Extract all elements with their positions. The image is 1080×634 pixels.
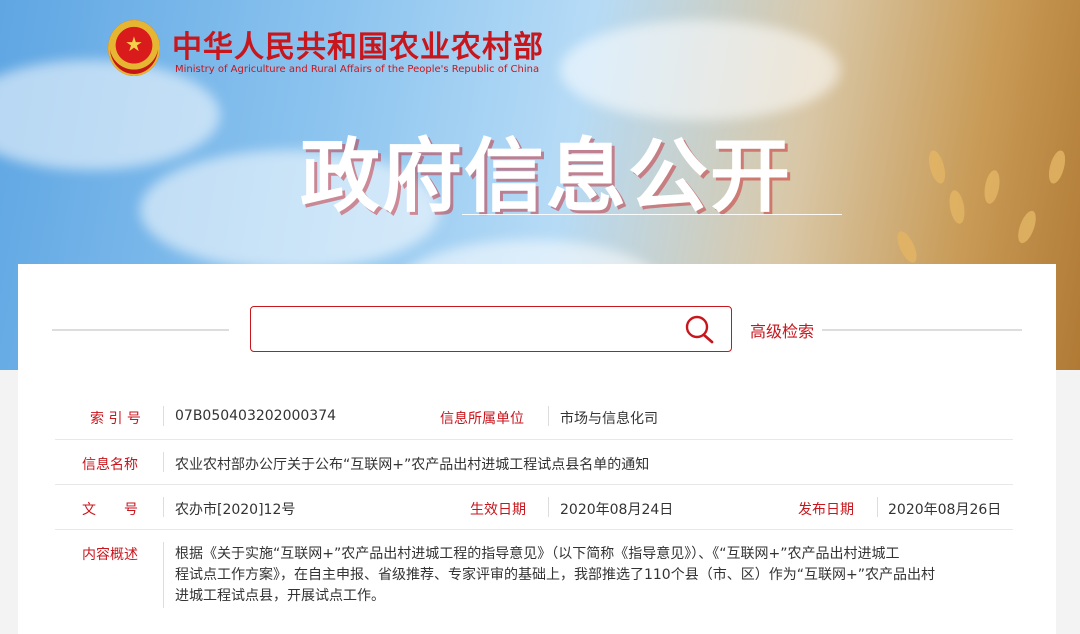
cloud-decoration bbox=[0, 60, 220, 170]
search-bar: 高级检索 bbox=[52, 306, 1022, 354]
advanced-search-link[interactable]: 高级检索 bbox=[750, 318, 814, 342]
divider bbox=[163, 452, 164, 472]
docno-label: 文 号 bbox=[82, 502, 138, 518]
wheat-decoration bbox=[1014, 208, 1040, 246]
name-value: 农业农村部办公厅关于公布“互联网+”农产品出村进城工程试点县名单的通知 bbox=[175, 457, 650, 473]
info-row-summary: 内容概述 根据《关于实施“互联网+”农产品出村进城工程的指导意见》（以下简称《指… bbox=[55, 530, 1013, 622]
divider-right bbox=[822, 329, 1022, 331]
unit-value: 市场与信息化司 bbox=[560, 411, 658, 427]
summary-line: 进城工程试点县，开展试点工作。 bbox=[175, 588, 385, 604]
divider bbox=[548, 497, 549, 517]
published-date-label: 发布日期 bbox=[798, 502, 854, 518]
search-icon[interactable] bbox=[683, 314, 717, 344]
info-row-name: 信息名称 农业农村部办公厅关于公布“互联网+”农产品出村进城工程试点县名单的通知 bbox=[55, 440, 1013, 485]
divider bbox=[877, 497, 878, 517]
divider bbox=[548, 406, 549, 426]
divider bbox=[163, 406, 164, 426]
divider bbox=[163, 497, 164, 517]
banner-title: 政府信息公开 bbox=[300, 130, 792, 223]
wheat-decoration bbox=[982, 169, 1002, 205]
search-box[interactable] bbox=[250, 306, 732, 352]
summary-text: 根据《关于实施“互联网+”农产品出村进城工程的指导意见》（以下简称《指导意见》）… bbox=[175, 544, 1015, 607]
wheat-decoration bbox=[925, 148, 949, 186]
title-divider bbox=[462, 214, 842, 215]
wheat-decoration bbox=[1045, 148, 1069, 186]
effective-date-value: 2020年08月24日 bbox=[560, 502, 674, 518]
docno-value: 农办市[2020]12号 bbox=[175, 502, 296, 518]
wheat-decoration bbox=[893, 228, 921, 266]
summary-line: 程试点工作方案》，在自主申报、省级推荐、专家评审的基础上，我部推选了110个县（… bbox=[175, 567, 935, 583]
unit-label: 信息所属单位 bbox=[440, 411, 524, 427]
ministry-name-cn[interactable]: 中华人民共和国农业农村部 bbox=[172, 22, 544, 66]
divider-left bbox=[52, 329, 229, 331]
search-input[interactable] bbox=[261, 313, 665, 345]
info-row-index: 索 引 号 07B050403202000374 信息所属单位 市场与信息化司 bbox=[55, 393, 1013, 440]
national-emblem-icon[interactable] bbox=[108, 20, 160, 76]
summary-line: 根据《关于实施“互联网+”农产品出村进城工程的指导意见》（以下简称《指导意见》）… bbox=[175, 546, 900, 562]
divider bbox=[163, 542, 164, 608]
info-row-docno: 文 号 农办市[2020]12号 生效日期 2020年08月24日 发布日期 2… bbox=[55, 485, 1013, 530]
ministry-name-en: Ministry of Agriculture and Rural Affair… bbox=[175, 64, 540, 75]
wheat-decoration bbox=[947, 189, 967, 225]
effective-date-label: 生效日期 bbox=[470, 502, 526, 518]
published-date-value: 2020年08月26日 bbox=[888, 502, 1002, 518]
info-table: 索 引 号 07B050403202000374 信息所属单位 市场与信息化司 … bbox=[55, 393, 1013, 622]
summary-label: 内容概述 bbox=[82, 547, 138, 563]
index-label: 索 引 号 bbox=[90, 411, 141, 427]
cloud-decoration bbox=[560, 20, 840, 120]
index-value: 07B050403202000374 bbox=[175, 408, 337, 424]
name-label: 信息名称 bbox=[82, 457, 138, 473]
